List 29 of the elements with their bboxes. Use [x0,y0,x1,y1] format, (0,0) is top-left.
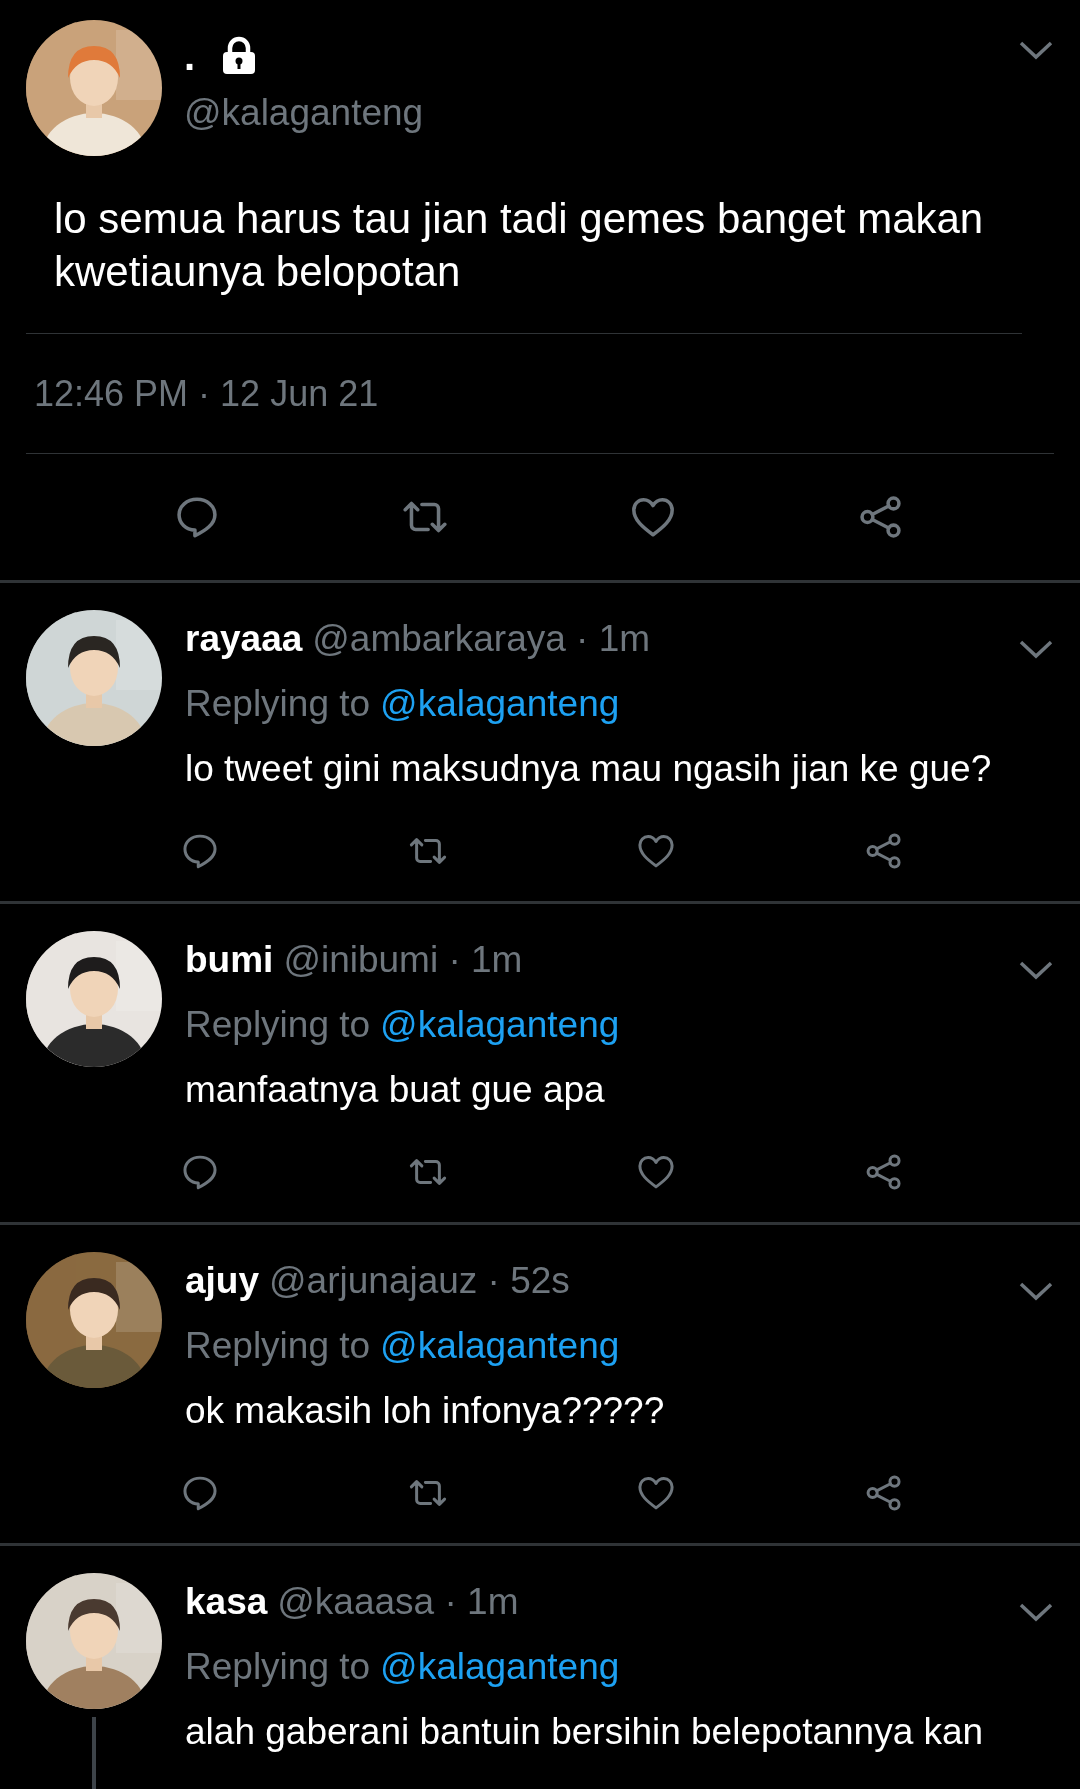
replying-label: Replying to [185,682,371,725]
username: @kalaganteng [184,92,425,134]
replying-label: Replying to [185,1324,371,1367]
chevron-down-icon[interactable] [1018,959,1054,980]
chevron-down-icon[interactable] [1018,1601,1054,1622]
username-and-time: @inibumi · 1m [283,938,523,981]
display-name: ajuy [185,1259,260,1302]
mention-link[interactable]: @kalaganteng [380,1324,620,1367]
username-and-time: @ambarkaraya · 1m [312,617,651,660]
replying-label: Replying to [185,1645,371,1688]
mention-link[interactable]: @kalaganteng [380,682,620,725]
timestamp: 12:46 PM · 12 Jun 21 [34,372,379,415]
reply-text: alah gaberani bantuin bersihin belepotannya kan [185,1709,985,1754]
mention-link[interactable]: @kalaganteng [380,1003,620,1046]
reply-text: ok makasih loh infonya????? [185,1388,666,1433]
display-name: rayaaa [185,617,303,660]
replying-label: Replying to [185,1003,371,1046]
display-name: . [184,33,196,79]
username-and-time: @arjunajauz · 52s [269,1259,570,1302]
display-name: bumi [185,938,274,981]
username-and-time: @kaaasa · 1m [277,1580,519,1623]
reply-text: manfaatnya buat gue apa [185,1067,606,1112]
chevron-down-icon[interactable] [1018,40,1054,60]
chevron-down-icon[interactable] [1018,1280,1054,1301]
display-name: kasa [185,1580,268,1623]
mention-link[interactable]: @kalaganteng [380,1645,620,1688]
reply-text: lo tweet gini maksudnya mau ngasih jian ke gue? [185,746,993,791]
tweet-text: lo semua harus tau jian tadi gemes banget makan kwetiaunya belopotan [26,192,1022,334]
chevron-down-icon[interactable] [1018,638,1054,659]
